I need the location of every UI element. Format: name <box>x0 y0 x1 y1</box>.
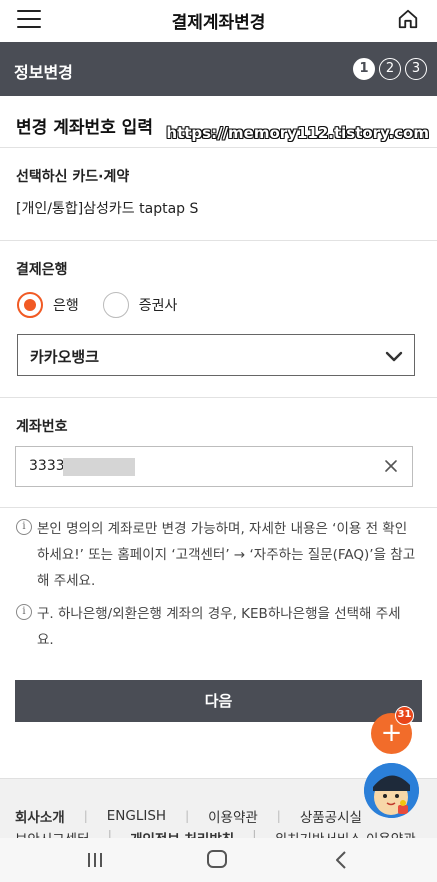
footer-link-products[interactable]: 상품공시실 <box>300 806 362 826</box>
footer-separator: | <box>185 809 190 823</box>
info-icon: i <box>16 604 32 620</box>
top-app-bar: 결제계좌변경 <box>0 0 437 42</box>
footer-link-terms[interactable]: 이용약관 <box>208 806 258 826</box>
section-title: 변경 계좌번호 입력 <box>16 118 153 138</box>
next-button[interactable]: 다음 <box>15 680 422 722</box>
footer-link-english[interactable]: ENGLISH <box>107 808 166 824</box>
info-note-1: i 본인 명의의 계좌로만 변경 가능하며, 자세한 내용은 ‘이용 전 확인하… <box>16 516 416 594</box>
card-label: 선택하신 카드·계약 <box>16 169 130 185</box>
radio-bank-label[interactable]: 은행 <box>53 295 79 315</box>
chatbot-avatar[interactable] <box>364 763 419 818</box>
info-note-text: 구. 하나은행/외환은행 계좌의 경우, KEB하나은행을 선택해 주세요. <box>37 606 401 648</box>
info-note-2: i 구. 하나은행/외환은행 계좌의 경우, KEB하나은행을 선택해 주세요. <box>16 601 416 653</box>
chatbot-character-icon <box>364 763 419 818</box>
step-2: 2 <box>379 58 401 80</box>
radio-securities-label[interactable]: 증권사 <box>139 295 178 315</box>
footer-links: 회사소개 | ENGLISH | 이용약관 | 상품공시실 <box>15 806 362 826</box>
masked-account-digits <box>63 458 135 476</box>
info-note-text: 본인 명의의 계좌로만 변경 가능하며, 자세한 내용은 ‘이용 전 확인하세요… <box>37 521 416 589</box>
account-number-value: 3333 <box>29 458 65 474</box>
step-indicator: 1 2 3 <box>353 58 427 80</box>
bank-select-value: 카카오뱅크 <box>30 348 100 366</box>
account-label: 계좌번호 <box>16 419 68 435</box>
notification-badge: 31 <box>395 706 414 725</box>
step-bar-label: 정보변경 <box>14 63 73 82</box>
radio-securities[interactable] <box>102 292 129 318</box>
divider <box>0 507 437 508</box>
footer-separator: | <box>276 809 281 823</box>
card-value: [개인/통합]삼성카드 taptap S <box>16 201 199 217</box>
divider <box>0 147 437 148</box>
step-3: 3 <box>405 58 427 80</box>
clear-icon[interactable] <box>383 458 399 474</box>
system-nav-bar <box>0 838 437 882</box>
nav-home-icon[interactable] <box>207 850 227 868</box>
payment-bank-label: 결제은행 <box>16 262 68 278</box>
home-icon[interactable] <box>397 8 419 30</box>
step-1: 1 <box>353 58 375 80</box>
info-icon: i <box>16 519 32 535</box>
page-title: 결제계좌변경 <box>171 13 266 33</box>
account-number-input[interactable]: 3333 <box>15 446 413 487</box>
back-icon[interactable] <box>333 851 349 869</box>
footer-link-company[interactable]: 회사소개 <box>15 806 65 826</box>
chevron-down-icon <box>385 351 403 362</box>
recent-apps-icon[interactable] <box>86 852 104 868</box>
step-bar: 정보변경 1 2 3 <box>0 42 437 96</box>
watermark-text: https://memory112.tistory.com <box>166 124 429 142</box>
footer-separator: | <box>83 809 88 823</box>
radio-bank[interactable] <box>17 292 43 318</box>
bank-select[interactable]: 카카오뱅크 <box>17 334 415 376</box>
divider <box>0 240 437 241</box>
bank-type-radio-group: 은행 증권사 <box>17 292 201 318</box>
divider <box>0 397 437 398</box>
